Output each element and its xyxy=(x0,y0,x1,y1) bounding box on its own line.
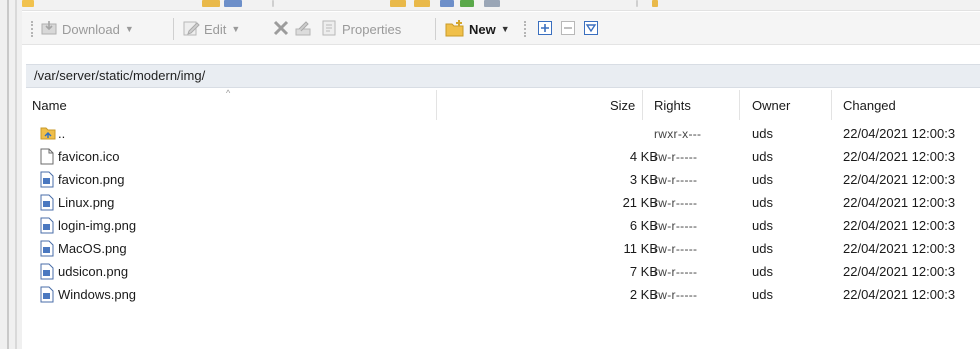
file-owner: uds xyxy=(752,195,773,210)
file-size: 3 KB xyxy=(629,172,658,187)
table-row[interactable]: udsicon.png 7 KB rw-r----- uds 22/04/202… xyxy=(26,261,980,284)
file-name: Windows.png xyxy=(58,287,137,302)
file-owner: uds xyxy=(752,264,773,279)
file-owner: uds xyxy=(752,287,773,302)
properties-label: Properties xyxy=(342,21,402,37)
file-changed: 22/04/2021 12:00:3 xyxy=(843,264,956,279)
file-rights: rw-r----- xyxy=(654,242,698,256)
file-name: favicon.png xyxy=(58,172,125,187)
file-name: MacOS.png xyxy=(58,241,127,256)
edit-label: Edit xyxy=(204,21,227,37)
new-label: New xyxy=(469,21,496,37)
properties-icon xyxy=(320,19,338,40)
collapse-all-button[interactable] xyxy=(560,19,580,39)
file-rights: rw-r----- xyxy=(654,219,698,233)
table-row[interactable]: Linux.png 21 KB rw-r----- uds 22/04/2021… xyxy=(26,192,980,215)
minus-box-icon xyxy=(560,20,576,39)
rename-icon xyxy=(294,19,312,40)
file-name: favicon.ico xyxy=(58,149,120,164)
new-folder-icon xyxy=(445,19,465,40)
toolbar-grip[interactable] xyxy=(31,21,36,37)
current-path: /var/server/static/modern/img/ xyxy=(34,68,206,83)
file-size: 7 KB xyxy=(629,264,658,279)
sort-ascending-icon: ^ xyxy=(226,88,231,98)
file-changed: 22/04/2021 12:00:3 xyxy=(843,172,956,187)
top-toolbar-strip xyxy=(22,0,980,11)
image-file-icon xyxy=(40,240,54,257)
download-button[interactable]: Download ▼ xyxy=(40,19,134,39)
file-name: .. xyxy=(58,126,66,141)
file-icon xyxy=(40,148,54,165)
file-size: 2 KB xyxy=(629,287,658,302)
file-owner: uds xyxy=(752,218,773,233)
file-owner: uds xyxy=(752,149,773,164)
file-size: 4 KB xyxy=(629,149,658,164)
path-bar[interactable]: /var/server/static/modern/img/ xyxy=(26,64,980,88)
image-file-icon xyxy=(40,194,54,211)
file-changed: 22/04/2021 12:00:3 xyxy=(843,241,956,256)
file-changed: 22/04/2021 12:00:3 xyxy=(843,195,956,210)
left-window-edge xyxy=(0,0,22,349)
file-rights: rw-r----- xyxy=(654,265,698,279)
image-file-icon xyxy=(40,217,54,234)
table-row[interactable]: login-img.png 6 KB rw-r----- uds 22/04/2… xyxy=(26,215,980,238)
file-owner: uds xyxy=(752,172,773,187)
file-owner: uds xyxy=(752,126,773,141)
table-row[interactable]: Windows.png 2 KB rw-r----- uds 22/04/202… xyxy=(26,284,980,307)
download-label: Download xyxy=(62,21,120,37)
parent-folder-icon xyxy=(40,125,56,142)
file-size: 6 KB xyxy=(629,218,658,233)
column-header-owner[interactable]: Owner xyxy=(752,98,790,113)
table-row[interactable]: favicon.png 3 KB rw-r----- uds 22/04/202… xyxy=(26,169,980,192)
file-owner: uds xyxy=(752,241,773,256)
file-rights: rw-r----- xyxy=(654,196,698,210)
plus-box-icon xyxy=(537,20,553,39)
column-header-changed[interactable]: Changed xyxy=(843,98,896,113)
file-name: udsicon.png xyxy=(58,264,129,279)
column-header-rights[interactable]: Rights xyxy=(654,98,691,113)
toolbar-grip[interactable] xyxy=(524,21,529,37)
file-rights: rwxr-x--- xyxy=(654,127,702,141)
file-rights: rw-r----- xyxy=(654,173,698,187)
column-header-size[interactable]: Size xyxy=(610,98,635,113)
file-size: 11 KB xyxy=(623,241,658,256)
edit-button[interactable]: Edit ▼ xyxy=(182,19,240,39)
table-row[interactable]: MacOS.png 11 KB rw-r----- uds 22/04/2021… xyxy=(26,238,980,261)
file-size: 21 KB xyxy=(622,195,658,210)
file-rights: rw-r----- xyxy=(654,150,698,164)
file-list-header: ^ Name Size Rights Owner Changed xyxy=(26,88,980,120)
expand-all-button[interactable] xyxy=(537,19,557,39)
file-toolbar: Download ▼ Edit ▼ Properties New ▼ xyxy=(22,12,980,45)
delete-icon xyxy=(272,19,290,40)
rename-button[interactable] xyxy=(294,19,316,39)
image-file-icon xyxy=(40,171,54,188)
table-row[interactable]: .. rwxr-x--- uds 22/04/2021 12:00:3 xyxy=(26,123,980,146)
new-button[interactable]: New ▼ xyxy=(445,19,510,39)
filter-button[interactable] xyxy=(583,19,603,39)
chevron-down-icon: ▼ xyxy=(500,24,510,34)
table-row[interactable]: favicon.ico 4 KB rw-r----- uds 22/04/202… xyxy=(26,146,980,169)
image-file-icon xyxy=(40,263,54,280)
image-file-icon xyxy=(40,286,54,303)
file-changed: 22/04/2021 12:00:3 xyxy=(843,126,956,141)
column-header-name[interactable]: Name xyxy=(32,98,67,113)
download-icon xyxy=(40,19,58,40)
properties-button[interactable]: Properties xyxy=(320,19,401,39)
file-rights: rw-r----- xyxy=(654,288,698,302)
chevron-down-icon: ▼ xyxy=(231,24,241,34)
file-changed: 22/04/2021 12:00:3 xyxy=(843,218,956,233)
file-name: Linux.png xyxy=(58,195,115,210)
chevron-down-icon: ▼ xyxy=(124,24,134,34)
delete-button[interactable] xyxy=(272,19,294,39)
file-name: login-img.png xyxy=(58,218,137,233)
filter-icon xyxy=(583,20,599,39)
edit-icon xyxy=(182,19,200,40)
file-changed: 22/04/2021 12:00:3 xyxy=(843,149,956,164)
file-changed: 22/04/2021 12:00:3 xyxy=(843,287,956,302)
